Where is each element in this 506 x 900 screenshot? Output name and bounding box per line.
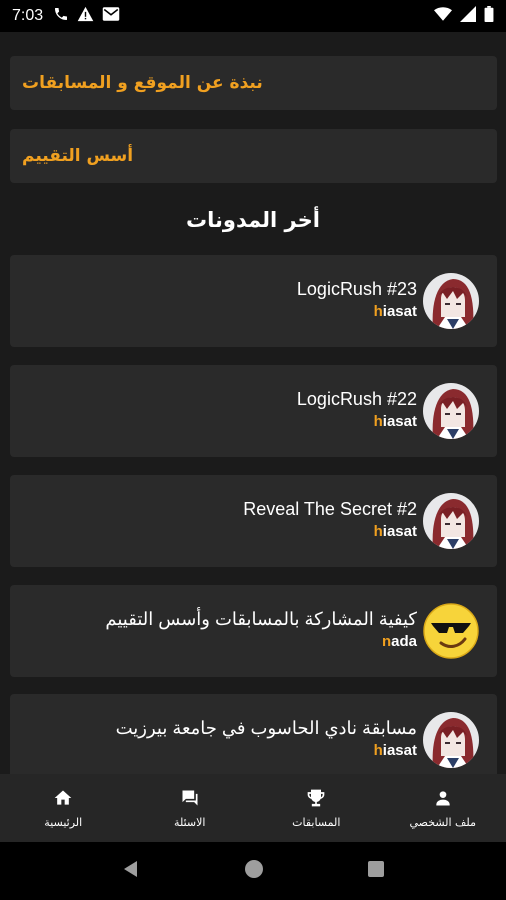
sunglasses-emoji-avatar [423, 603, 479, 659]
post-title: LogicRush #23 [296, 279, 417, 299]
system-nav-bar [0, 842, 506, 900]
latest-posts-title: أخر المدونات [186, 208, 320, 232]
bottom-nav: الرئيسية الاسئلة المسابقات ملف الشخصي [0, 774, 506, 842]
post-title: LogicRush #22 [296, 389, 417, 409]
about-site-link[interactable]: نبذة عن الموقع و المسابقات [10, 56, 497, 110]
post-card[interactable]: Reveal The Secret #2 hiasat [10, 475, 497, 567]
nav-profile-label: ملف الشخصي [409, 815, 476, 829]
post-title: مسابقة نادي الحاسوب في جامعة بيرزيت [115, 718, 417, 738]
wifi-icon [434, 6, 452, 26]
person-icon [433, 788, 453, 812]
battery-icon [484, 6, 494, 26]
evaluation-criteria-label: أسس التقييم [22, 146, 134, 166]
chat-icon [180, 788, 200, 812]
warning-icon [77, 6, 94, 26]
nav-profile[interactable]: ملف الشخصي [380, 774, 506, 842]
status-bar: 7:03 [0, 0, 506, 32]
trophy-icon [305, 788, 327, 812]
nav-questions-label: الاسئلة [174, 815, 206, 829]
recents-icon[interactable] [367, 860, 385, 882]
evaluation-criteria-link[interactable]: أسس التقييم [10, 129, 497, 183]
anime-avatar [423, 383, 479, 439]
nav-questions[interactable]: الاسئلة [127, 774, 254, 842]
nav-competitions-label: المسابقات [292, 815, 341, 829]
post-card[interactable]: LogicRush #23 hiasat [10, 255, 497, 347]
signal-icon [460, 6, 476, 26]
main-content: نبذة عن الموقع و المسابقات أسس التقييم أ… [0, 32, 506, 774]
post-title: Reveal The Secret #2 [243, 499, 417, 519]
nav-competitions[interactable]: المسابقات [253, 774, 380, 842]
mail-icon [102, 6, 120, 26]
home-icon [53, 788, 73, 812]
post-author: hiasat [373, 303, 417, 320]
post-author: hiasat [373, 742, 417, 759]
home-circle-icon[interactable] [244, 859, 264, 883]
back-icon[interactable] [121, 859, 141, 883]
post-author: hiasat [373, 413, 417, 430]
nav-home[interactable]: الرئيسية [0, 774, 127, 842]
anime-avatar [423, 273, 479, 329]
post-author: nada [381, 633, 417, 650]
nav-home-label: الرئيسية [44, 815, 83, 829]
post-card[interactable]: LogicRush #22 hiasat [10, 365, 497, 457]
phone-icon [53, 6, 69, 26]
anime-avatar [423, 712, 479, 768]
post-card[interactable]: كيفية المشاركة بالمسابقات وأسس التقييم n… [10, 585, 497, 677]
post-title: كيفية المشاركة بالمسابقات وأسس التقييم [105, 609, 417, 629]
about-site-label: نبذة عن الموقع و المسابقات [22, 73, 263, 93]
anime-avatar [423, 493, 479, 549]
post-author: hiasat [373, 523, 417, 540]
post-card[interactable]: مسابقة نادي الحاسوب في جامعة بيرزيت hias… [10, 694, 497, 774]
status-time: 7:03 [12, 7, 44, 24]
